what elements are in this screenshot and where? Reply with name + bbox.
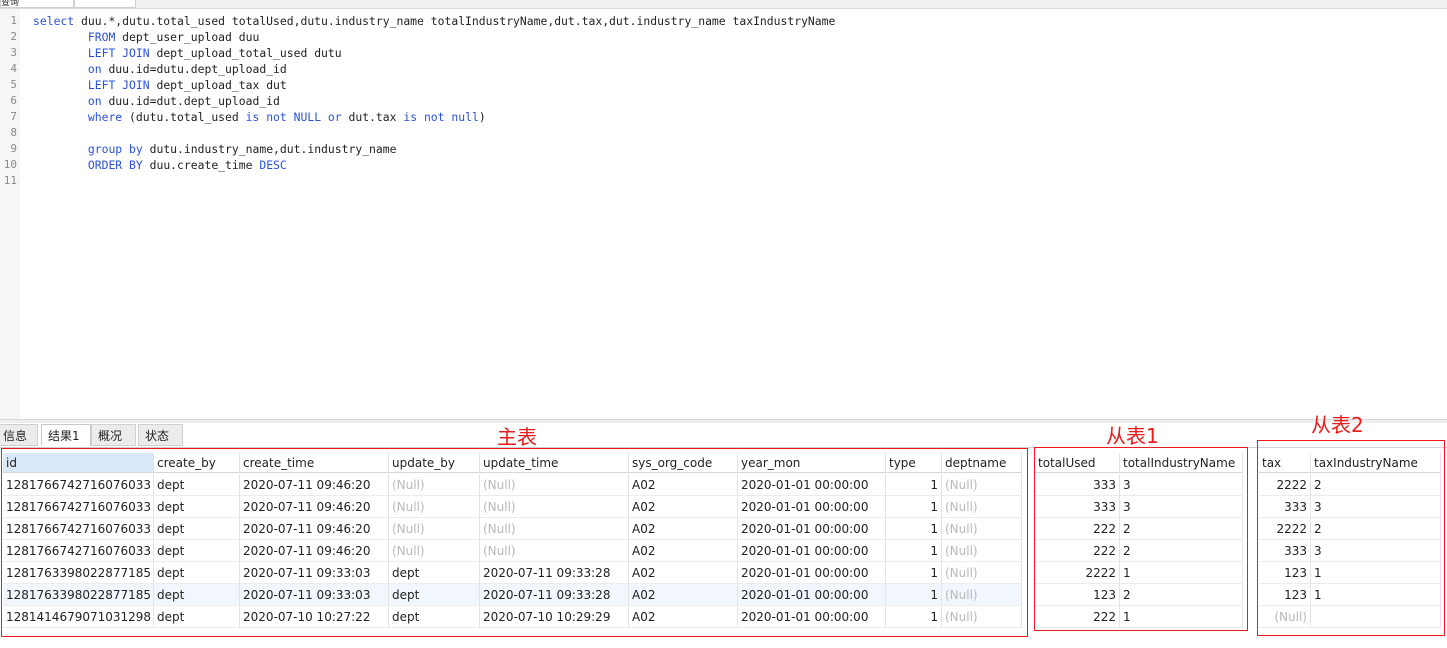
result-tab-bar: 信息 结果1 概况 状态 — [0, 423, 1447, 448]
sql-token: duu.create_time — [142, 158, 260, 172]
query-tab-active[interactable] — [74, 0, 136, 8]
sql-keyword: or — [327, 110, 342, 124]
sql-token: duu.*,dutu.total_used totalUsed,dutu.ind… — [81, 14, 836, 28]
sql-token: dept_upload_total_used dutu — [149, 46, 342, 60]
sql-token: ) — [478, 110, 486, 124]
annotation-box-sub2 — [1257, 440, 1445, 636]
line-number: 7 — [10, 110, 17, 123]
line-number: 6 — [10, 94, 17, 107]
sql-keyword: is not null — [403, 110, 479, 124]
tab-status[interactable]: 状态 — [138, 424, 183, 446]
sql-keyword: select — [33, 14, 82, 28]
query-tab-label: 查询 — [1, 0, 20, 8]
annotation-label-sub1: 从表1 — [1106, 424, 1159, 448]
sql-keyword: FROM — [87, 30, 116, 44]
sql-token: dept_upload_tax dut — [149, 78, 287, 92]
code-line[interactable]: FROM dept_user_upload duu — [33, 29, 259, 45]
sql-keyword: on — [87, 94, 102, 108]
line-number: 5 — [10, 78, 17, 91]
sql-keyword: ORDER BY — [87, 158, 143, 172]
line-number: 8 — [10, 126, 17, 139]
tab-overview[interactable]: 概况 — [91, 424, 136, 446]
annotation-label-main: 主表 — [497, 425, 537, 449]
sql-token: dept_user_upload duu — [115, 30, 260, 44]
line-number: 3 — [10, 46, 17, 59]
query-tab-bar: 查询 — [0, 0, 1447, 9]
sql-token: duu.id=dut.dept_upload_id — [101, 94, 280, 108]
sql-token: dut.tax — [341, 110, 404, 124]
sql-editor[interactable]: 1 2 3 4 5 6 7 8 9 10 11 select duu.*,dutu.total_us… — [0, 9, 1447, 419]
sql-keyword: DESC — [259, 158, 287, 172]
sql-token: dutu.industry_name,dut.industry_name — [142, 142, 397, 156]
code-line[interactable]: on duu.id=dut.dept_upload_id — [33, 93, 280, 109]
annotation-box-sub1 — [1034, 447, 1248, 631]
line-number: 2 — [10, 30, 17, 43]
tab-result1[interactable]: 结果1 — [41, 424, 91, 446]
code-line[interactable]: LEFT JOIN dept_upload_total_used dutu — [33, 45, 342, 61]
sql-keyword: is not NULL — [245, 110, 322, 124]
tab-status-label: 状态 — [145, 429, 170, 443]
line-number: 9 — [10, 142, 17, 155]
sql-token: duu.id=dutu.dept_upload_id — [101, 62, 287, 76]
sql-keyword: where — [87, 110, 123, 124]
code-line[interactable]: on duu.id=dutu.dept_upload_id — [33, 61, 287, 77]
annotation-label-sub2: 从表2 — [1311, 413, 1364, 437]
annotation-box-main — [1, 448, 1028, 637]
code-line[interactable]: LEFT JOIN dept_upload_tax dut — [33, 77, 287, 93]
sql-token: (dutu.total_used — [122, 110, 246, 124]
code-line[interactable]: ORDER BY duu.create_time DESC — [33, 157, 287, 173]
tab-info[interactable]: 信息 — [0, 424, 38, 446]
code-line[interactable]: where (dutu.total_used is not NULL or du… — [33, 109, 486, 125]
line-number: 11 — [3, 174, 17, 187]
sql-keyword: LEFT JOIN — [87, 46, 150, 60]
code-line[interactable]: select duu.*,dutu.total_used totalUsed,d… — [33, 13, 835, 29]
tab-overview-label: 概况 — [98, 429, 123, 443]
line-number: 4 — [10, 62, 17, 75]
code-line[interactable]: group by dutu.industry_name,dut.industry… — [33, 141, 397, 157]
line-number-gutter: 1 2 3 4 5 6 7 8 9 10 11 — [0, 9, 20, 419]
sql-keyword: on — [87, 62, 102, 76]
sql-keyword: group by — [87, 142, 143, 156]
tab-info-label: 信息 — [3, 429, 28, 443]
tab-result1-label: 结果1 — [48, 429, 80, 443]
line-number: 1 — [10, 14, 17, 27]
line-number: 10 — [3, 158, 17, 171]
sql-keyword: LEFT JOIN — [87, 78, 150, 92]
query-tab-query[interactable]: 查询 — [0, 0, 74, 8]
